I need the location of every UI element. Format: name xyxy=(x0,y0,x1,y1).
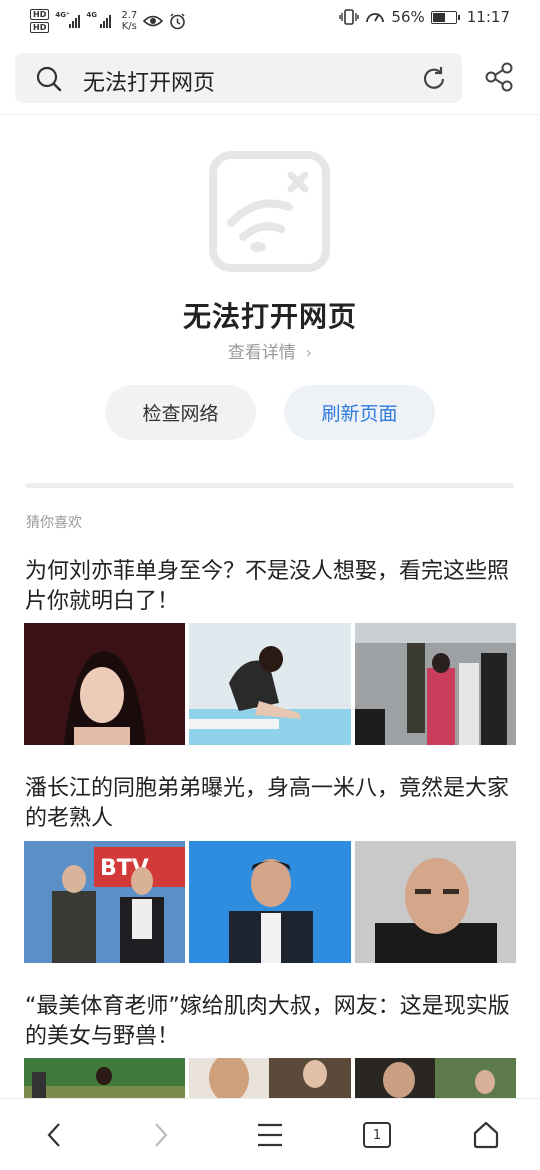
chevron-right-icon: › xyxy=(305,343,313,362)
header-divider xyxy=(0,114,540,115)
thumbnail-image[interactable] xyxy=(189,841,351,963)
home-button[interactable] xyxy=(466,1119,506,1151)
article-thumbnails[interactable]: BTV xyxy=(24,841,516,963)
address-bar[interactable]: 无法打开网页 xyxy=(15,53,462,103)
forward-button[interactable] xyxy=(141,1119,181,1151)
article-title[interactable]: 潘长江的同胞弟弟曝光，身高一米八，竟然是大家的老熟人 xyxy=(25,774,517,834)
signal-icon: 4G⁺ xyxy=(55,11,81,28)
view-details-label: 查看详情 xyxy=(227,343,296,363)
alarm-icon xyxy=(170,12,186,29)
section-divider xyxy=(26,483,514,488)
eye-icon xyxy=(143,15,164,27)
chevron-right-icon xyxy=(155,1123,168,1147)
chevron-left-icon xyxy=(47,1123,60,1147)
menu-button[interactable] xyxy=(250,1119,290,1151)
signal-icon: 4G xyxy=(86,11,112,28)
recommend-label: 猜你喜欢 xyxy=(26,515,82,531)
menu-icon xyxy=(258,1123,282,1147)
battery-icon xyxy=(430,10,460,24)
back-button[interactable] xyxy=(34,1119,74,1151)
thumbnail-image[interactable] xyxy=(354,841,516,963)
network-type-label: 4G⁺ xyxy=(55,11,70,19)
speed-unit: K/s xyxy=(121,21,137,32)
reload-icon[interactable] xyxy=(420,65,448,93)
no-connection-icon xyxy=(209,151,330,272)
tab-count: 1 xyxy=(372,1127,382,1143)
status-bar: HD HD 4G⁺ 4G 2.7 K/s 56% 11:17 xyxy=(0,0,540,40)
network-type-label: 4G xyxy=(86,11,97,19)
thumbnail-image[interactable] xyxy=(189,623,351,745)
thumbnail-image[interactable]: BTV xyxy=(24,841,186,963)
vibrate-icon xyxy=(339,9,360,25)
network-speed: 2.7 K/s xyxy=(121,10,137,32)
article-title[interactable]: “最美体育老师”嫁给肌肉大叔，网友：这是现实版的美女与野兽！ xyxy=(25,992,517,1052)
clock: 11:17 xyxy=(466,8,510,26)
tabs-icon: 1 xyxy=(363,1122,391,1148)
share-icon[interactable] xyxy=(484,62,514,92)
battery-percent: 56% xyxy=(391,8,425,26)
hd-badge: HD xyxy=(30,9,50,20)
thumbnail-image[interactable] xyxy=(24,623,186,745)
refresh-page-button[interactable]: 刷新页面 xyxy=(284,385,435,440)
bottom-navigation: 1 xyxy=(0,1098,540,1170)
address-text[interactable]: 无法打开网页 xyxy=(83,65,215,97)
search-icon xyxy=(36,66,62,92)
hd-badge: HD xyxy=(30,22,50,33)
article-title[interactable]: 为何刘亦菲单身至今？不是没人想娶，看完这些照片你就明白了！ xyxy=(25,557,517,617)
article-thumbnails[interactable] xyxy=(24,623,516,745)
thumbnail-image[interactable] xyxy=(354,623,516,745)
error-title: 无法打开网页 xyxy=(182,300,357,333)
check-network-button[interactable]: 检查网络 xyxy=(105,385,256,440)
speed-value: 2.7 xyxy=(121,10,138,21)
tabs-button[interactable]: 1 xyxy=(357,1119,397,1151)
speedometer-icon xyxy=(366,13,385,23)
home-icon xyxy=(473,1121,499,1149)
view-details-link[interactable]: 查看详情 › xyxy=(0,338,540,363)
